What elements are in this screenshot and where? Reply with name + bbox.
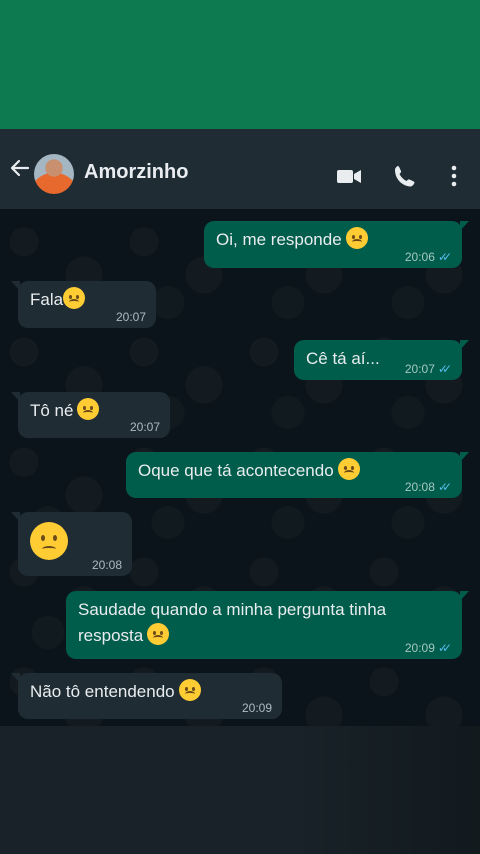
message-text: Oque que tá acontecendo [138, 461, 334, 480]
message-time: 20:06 [404, 250, 435, 264]
message-time: 20:09 [241, 701, 272, 715]
tears-of-joy-face-icon [77, 398, 100, 420]
phone-icon[interactable] [392, 163, 418, 189]
read-receipt-icon: ✓✓ [437, 480, 452, 494]
contact-avatar[interactable] [34, 154, 74, 194]
contact-name[interactable]: Amorzinho [84, 161, 188, 184]
more-options-icon[interactable] [441, 163, 467, 189]
message-outgoing[interactable]: Saudade quando a minha pergunta tinha re… [66, 591, 469, 659]
message-time: 20:08 [404, 480, 435, 494]
message-text: Não tô entendendo [30, 682, 175, 701]
thinking-face-icon [30, 522, 68, 560]
message-incoming[interactable]: 20:08 [11, 512, 132, 576]
eye-roll-face-icon [63, 287, 86, 309]
monocle-face-icon [178, 679, 201, 701]
message-time: 20:08 [91, 558, 122, 572]
worried-face-icon [345, 227, 368, 249]
anguished-face-icon [147, 623, 170, 645]
message-outgoing[interactable]: Oi, me responde 20:06 ✓✓ [204, 221, 469, 268]
message-text: Cê tá aí... [306, 349, 380, 368]
message-text: Oi, me responde [216, 230, 342, 249]
message-time: 20:09 [404, 641, 435, 655]
message-incoming[interactable]: Fala 20:07 [11, 281, 156, 328]
message-time: 20:07 [404, 362, 435, 376]
message-incoming[interactable]: Não tô entendendo 20:09 [11, 673, 282, 719]
message-time: 20:07 [115, 310, 146, 324]
read-receipt-icon: ✓✓ [437, 362, 452, 376]
back-arrow-icon[interactable] [8, 156, 32, 180]
message-text: Tô né [30, 401, 74, 420]
worried-face-icon [337, 458, 360, 480]
status-bar-area [0, 0, 480, 129]
read-receipt-icon: ✓✓ [437, 250, 452, 264]
bottom-area [0, 726, 480, 854]
message-text: Fala [30, 290, 64, 309]
message-time: 20:07 [129, 420, 160, 434]
video-call-icon[interactable] [336, 163, 362, 189]
message-incoming[interactable]: Tô né 20:07 [11, 392, 170, 438]
read-receipt-icon: ✓✓ [437, 641, 452, 655]
message-outgoing[interactable]: Cê tá aí... 20:07 ✓✓ [294, 340, 469, 380]
message-text: Saudade quando a minha pergunta tinha re… [78, 600, 387, 645]
message-outgoing[interactable]: Oque que tá acontecendo 20:08 ✓✓ [126, 452, 469, 498]
